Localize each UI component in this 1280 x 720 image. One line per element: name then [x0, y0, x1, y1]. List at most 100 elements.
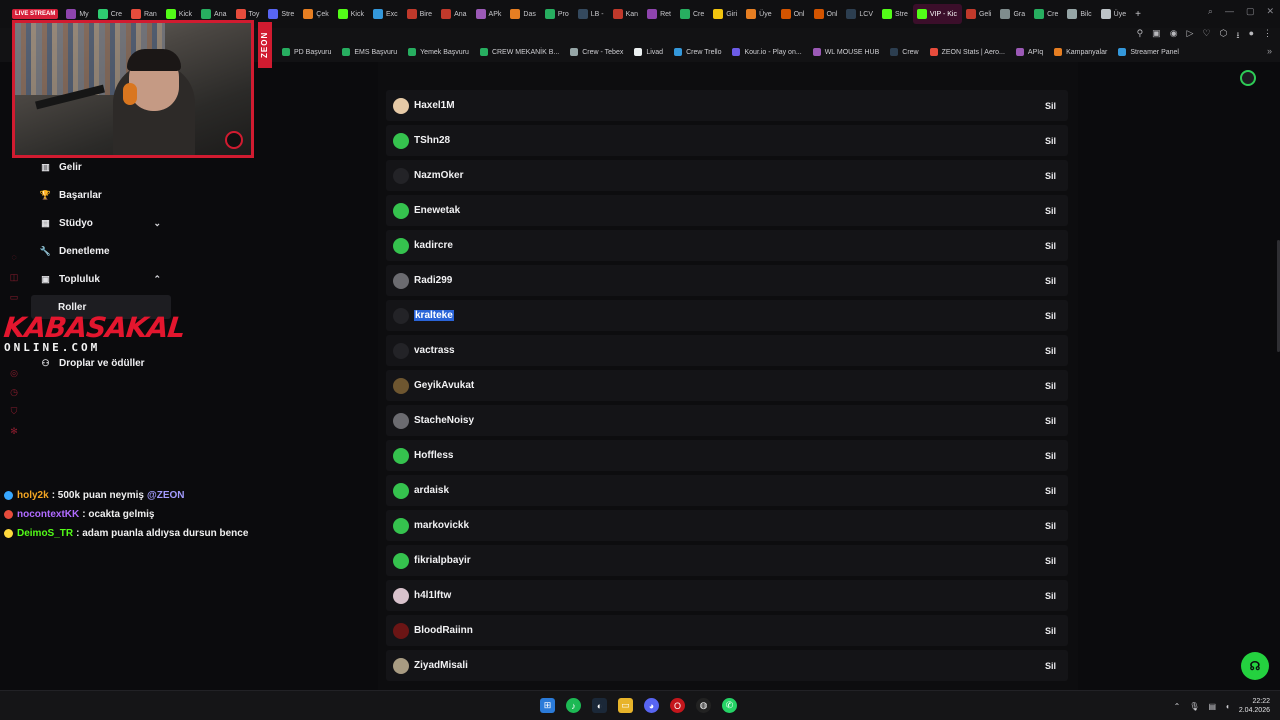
browser-tab[interactable]: Kick — [334, 4, 369, 24]
discord-icon[interactable]: ◕ — [644, 698, 659, 713]
browser-tab[interactable]: Onl — [810, 4, 843, 24]
delete-button[interactable]: Sil — [1045, 381, 1056, 391]
delete-button[interactable]: Sil — [1045, 661, 1056, 671]
browser-tab[interactable]: Kan — [609, 4, 643, 24]
browser-tab[interactable]: Giri — [709, 4, 742, 24]
username[interactable]: StacheNoisy — [414, 415, 474, 426]
username[interactable]: fikrialpbayir — [414, 555, 471, 566]
username[interactable]: h4l1lftw — [414, 590, 451, 601]
bookmark-item[interactable]: APIq — [1015, 48, 1043, 56]
rail-clock-icon[interactable]: ◷ — [7, 385, 21, 399]
kick-logo-icon[interactable] — [1240, 70, 1256, 86]
username[interactable]: Haxel1M — [414, 100, 455, 111]
delete-button[interactable]: Sil — [1045, 521, 1056, 531]
browser-tab[interactable]: LB - — [574, 4, 609, 24]
app-icon[interactable]: ◍ — [696, 698, 711, 713]
delete-button[interactable]: Sil — [1045, 591, 1056, 601]
browser-tab[interactable]: Pro — [541, 4, 574, 24]
username[interactable]: TShn28 — [414, 135, 450, 146]
browser-tab[interactable]: Geli — [962, 4, 996, 24]
sidebar-item-topluluk[interactable]: ▣ Topluluk ⌃ — [31, 267, 171, 291]
browser-tab[interactable]: Stre — [264, 4, 299, 24]
delete-button[interactable]: Sil — [1045, 136, 1056, 146]
delete-button[interactable]: Sil — [1045, 451, 1056, 461]
username[interactable]: markovickk — [414, 520, 469, 531]
delete-button[interactable]: Sil — [1045, 556, 1056, 566]
bookmark-item[interactable]: Kampanyalar — [1054, 48, 1107, 56]
tray-chevron-icon[interactable]: ⌃ — [1174, 702, 1181, 711]
browser-tab[interactable]: APk — [472, 4, 507, 24]
bookmark-item[interactable]: PD Başvuru — [282, 48, 331, 56]
browser-tab[interactable]: Bilc — [1063, 4, 1096, 24]
bookmark-item[interactable]: CREW MEKANİK B... — [479, 48, 559, 56]
windows-start-icon[interactable]: ⊞ — [540, 698, 555, 713]
browser-tab[interactable]: Cre — [676, 4, 709, 24]
username[interactable]: NazmOker — [414, 170, 463, 181]
new-tab-button[interactable]: + — [1131, 4, 1146, 24]
chat-username[interactable]: DeimoS_TR — [17, 528, 73, 539]
sidebar-item-drops[interactable]: ⚇ Droplar ve ödüller — [31, 351, 171, 375]
chat-mention[interactable]: @ZEON — [147, 490, 185, 501]
maximize-icon[interactable]: ▢ — [1246, 6, 1255, 17]
whatsapp-icon[interactable]: ✆ — [722, 698, 737, 713]
browser-tab[interactable]: Ret — [643, 4, 676, 24]
sidebar-item-gelir[interactable]: ▥ Gelir — [31, 155, 171, 179]
browser-tab[interactable]: Çek — [299, 4, 333, 24]
browser-tab[interactable]: Bire — [403, 4, 437, 24]
chat-username[interactable]: nocontextKK — [17, 509, 79, 520]
bookmark-item[interactable]: Livad — [634, 48, 663, 56]
username[interactable]: GeyikAvukat — [414, 380, 474, 391]
username[interactable]: kadircre — [414, 240, 453, 251]
bookmark-item[interactable]: Crew Trello — [674, 48, 721, 56]
delete-button[interactable]: Sil — [1045, 276, 1056, 286]
delete-button[interactable]: Sil — [1045, 311, 1056, 321]
delete-button[interactable]: Sil — [1045, 101, 1056, 111]
taskbar-clock[interactable]: 22:22 2.04.2026 — [1239, 697, 1270, 715]
bookmarks-overflow-icon[interactable]: » — [1267, 46, 1272, 56]
delete-button[interactable]: Sil — [1045, 241, 1056, 251]
volume-icon[interactable]: ◖ — [1225, 702, 1230, 711]
bookmark-item[interactable]: Kour.io - Play on... — [732, 48, 802, 56]
bookmark-item[interactable]: WL MOUSE HUB — [812, 48, 879, 56]
chat-username[interactable]: holy2k — [17, 490, 49, 501]
rail-chat-icon[interactable]: ▭ — [7, 290, 21, 304]
chevron-down-icon[interactable]: ⌄ — [153, 218, 161, 229]
browser-tab[interactable]: Das — [506, 4, 540, 24]
delete-button[interactable]: Sil — [1045, 486, 1056, 496]
browser-tab[interactable]: LCV — [842, 4, 878, 24]
browser-tab[interactable]: Exc — [369, 4, 403, 24]
search-icon[interactable]: ⌕ — [1208, 6, 1213, 17]
delete-button[interactable]: Sil — [1045, 346, 1056, 356]
opera-gx-icon[interactable]: O — [670, 698, 685, 713]
username[interactable]: Radi299 — [414, 275, 452, 286]
username[interactable]: BloodRaiinn — [414, 625, 473, 636]
bookmark-item[interactable]: Streamer Panel — [1118, 48, 1179, 56]
username[interactable]: Enewetak — [414, 205, 460, 216]
delete-button[interactable]: Sil — [1045, 626, 1056, 636]
delete-button[interactable]: Sil — [1045, 171, 1056, 181]
bookmark-item[interactable]: EMS Başvuru — [342, 48, 397, 56]
rail-home-icon[interactable]: ◌ — [7, 250, 21, 264]
browser-tab[interactable]: Üye — [742, 4, 776, 24]
file-explorer-icon[interactable]: ▭ — [618, 698, 633, 713]
microphone-icon[interactable]: 🎙 — [1189, 702, 1199, 711]
browser-tab[interactable]: Stre — [878, 4, 913, 24]
username[interactable]: ZiyadMisali — [414, 660, 468, 671]
username[interactable]: ardaisk — [414, 485, 449, 496]
support-chat-button[interactable]: ☊ — [1241, 652, 1269, 680]
steam-icon[interactable]: ◐ — [592, 698, 607, 713]
rail-settings-icon[interactable]: ◎ — [7, 366, 21, 380]
browser-tab[interactable]: Üye — [1097, 4, 1131, 24]
rail-dashboard-icon[interactable]: ◫ — [7, 270, 21, 284]
username[interactable]: Hoffless — [414, 450, 453, 461]
bookmark-item[interactable]: Yemek Başvuru — [408, 48, 469, 56]
browser-tab[interactable]: Gra — [996, 4, 1030, 24]
close-icon[interactable]: ✕ — [1266, 6, 1274, 17]
delete-button[interactable]: Sil — [1045, 206, 1056, 216]
sidebar-item-st-dyo[interactable]: ▦ Stüdyo ⌄ — [31, 211, 171, 235]
browser-tab[interactable]: Cre — [1030, 4, 1063, 24]
bookmark-item[interactable]: Crew — [890, 48, 919, 56]
chevron-up-icon[interactable]: ⌃ — [153, 274, 161, 285]
rail-shield-icon[interactable]: ⛉ — [7, 404, 21, 418]
browser-tab[interactable]: Ana — [437, 4, 471, 24]
